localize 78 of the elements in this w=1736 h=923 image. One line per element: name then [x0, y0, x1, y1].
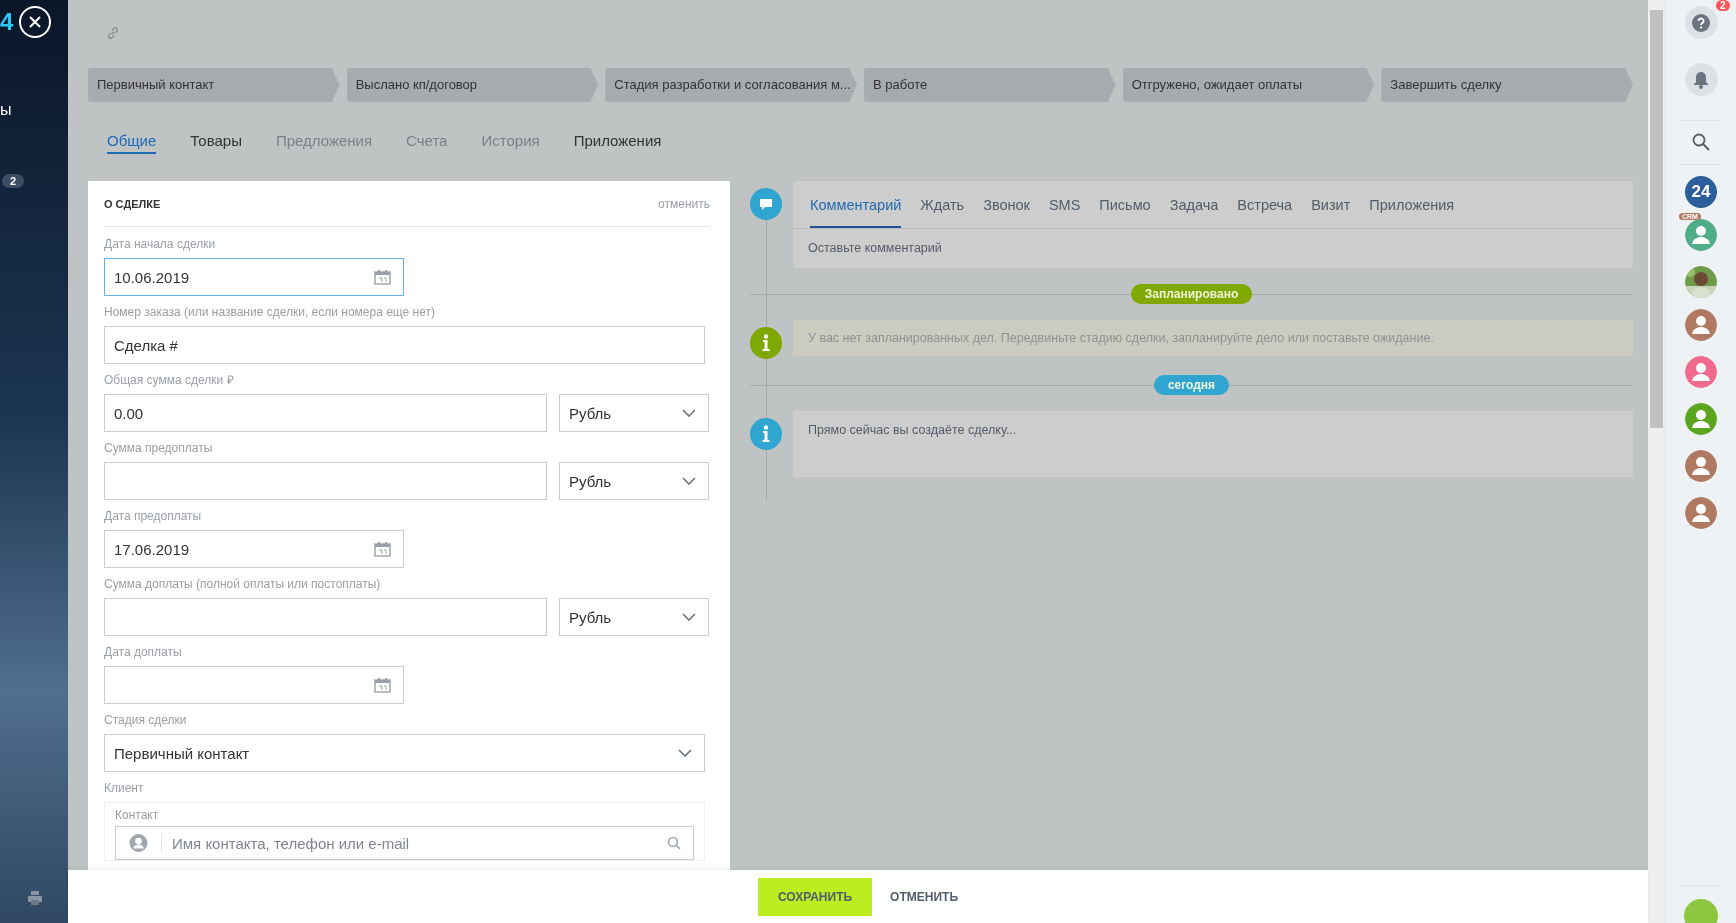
scrollbar-thumb[interactable]	[1650, 10, 1663, 428]
field-label: Контакт	[115, 808, 160, 822]
notification-badge: 2	[1715, 0, 1730, 11]
calendar-icon[interactable]	[374, 269, 391, 285]
stage-step[interactable]: Первичный контакт	[88, 68, 340, 102]
tab[interactable]: Приложения	[573, 128, 662, 154]
stage-step[interactable]: В работе	[864, 68, 1116, 102]
comment-icon	[750, 188, 782, 220]
help-button[interactable]	[1684, 6, 1718, 39]
section-title: О СДЕЛКЕ	[104, 197, 161, 210]
save-button[interactable]: СОХРАНИТЬ	[758, 877, 873, 916]
user-avatar[interactable]	[1685, 219, 1717, 251]
field-label: Дата предоплаты	[104, 509, 203, 523]
printer-icon[interactable]	[27, 890, 43, 906]
notifications-button[interactable]	[1684, 63, 1718, 96]
stage-step[interactable]: Отгружено, ожидает оплаты	[1122, 68, 1375, 102]
date-divider-pill: Запланировано	[1130, 284, 1253, 304]
stage-select[interactable]: Первичный контакт	[104, 734, 705, 772]
calendar-icon[interactable]	[374, 677, 391, 693]
user-avatar[interactable]	[1685, 497, 1717, 529]
currency-select[interactable]: Рубль	[559, 394, 709, 432]
field-label: Сумма доплаты (полной оплаты или постоплаты)	[104, 577, 382, 591]
close-icon[interactable]	[28, 15, 42, 29]
field-label: Дата доплаты	[104, 645, 183, 659]
field-label: Общая сумма сделки ₽	[104, 373, 235, 387]
date-field[interactable]: 17.06.2019	[104, 530, 404, 568]
counter-badge: 2	[2, 174, 25, 188]
info-message: Прямо сейчас вы создаёте сделку...	[793, 411, 1633, 477]
contact-search-field[interactable]: Имя контакта, телефон или e-mail	[115, 826, 694, 860]
activity-tab[interactable]: Визит	[1311, 181, 1351, 228]
calendar-icon[interactable]	[374, 541, 391, 557]
logo-fragment: 4	[0, 8, 14, 36]
activity-tab[interactable]: Комментарий	[810, 181, 902, 228]
bell-icon[interactable]	[1693, 70, 1709, 89]
activity-tab[interactable]: SMS	[1048, 181, 1081, 228]
amount-field[interactable]	[104, 462, 547, 500]
field-label: Сумма предоплаты	[104, 441, 214, 455]
help-icon[interactable]	[1692, 13, 1710, 32]
activity-tab[interactable]: Приложения	[1369, 181, 1455, 228]
date-divider-pill: сегодня	[1153, 375, 1230, 395]
field-label: Клиент	[104, 781, 145, 795]
tab[interactable]: Товары	[190, 128, 242, 154]
close-button[interactable]	[19, 6, 51, 38]
activity-tab[interactable]: Встреча	[1237, 181, 1293, 228]
menu-item[interactable]: ы	[0, 101, 12, 119]
date-field[interactable]	[104, 666, 404, 704]
chevron-down-icon[interactable]	[682, 477, 696, 485]
amount-field[interactable]	[104, 598, 547, 636]
activity-tab[interactable]: Задача	[1169, 181, 1219, 228]
stage-step[interactable]: Завершить сделку	[1381, 68, 1634, 102]
currency-select[interactable]: Рубль	[559, 598, 709, 636]
search-icon[interactable]	[1692, 133, 1710, 151]
activity-tab[interactable]: Письмо	[1099, 181, 1151, 228]
comment-field[interactable]: Оставьте комментарий	[793, 229, 1633, 268]
amount-field[interactable]: 0.00	[104, 394, 547, 432]
info-message: У вас нет запланированных дел. Передвиньте стадию сделки, запланируйте дело или поставьте ожидание.	[793, 320, 1633, 356]
field-label: Номер заказа (или название сделки, если номера еще нет)	[104, 305, 436, 319]
user-avatar[interactable]	[1685, 356, 1717, 388]
user-avatar[interactable]	[1685, 309, 1717, 341]
activity-tab[interactable]: Звонок	[983, 181, 1030, 228]
stage-step[interactable]: Стадия разработки и согласования м...	[605, 68, 857, 102]
activity-tab[interactable]: Ждать	[920, 181, 965, 228]
tab[interactable]: Общие	[107, 128, 157, 154]
user-avatar[interactable]	[1685, 403, 1717, 435]
chevron-down-icon[interactable]	[682, 613, 696, 621]
cancel-button[interactable]: ОТМЕНИТЬ	[890, 889, 958, 904]
chat-button[interactable]	[1684, 899, 1718, 923]
stage-step[interactable]: Выслано кп/договор	[346, 68, 599, 102]
user-avatar[interactable]	[1685, 450, 1717, 482]
date-field[interactable]: 10.06.2019	[104, 258, 404, 296]
search-icon[interactable]	[667, 836, 681, 850]
text-field[interactable]: Сделка #	[104, 326, 705, 364]
field-label: Стадия сделки	[104, 713, 188, 727]
field-label: Дата начала сделки	[104, 237, 217, 251]
app-logo[interactable]: 24	[1685, 176, 1717, 208]
chevron-down-icon[interactable]	[678, 749, 692, 757]
currency-select[interactable]: Рубль	[559, 462, 709, 500]
chevron-down-icon[interactable]	[682, 409, 696, 417]
